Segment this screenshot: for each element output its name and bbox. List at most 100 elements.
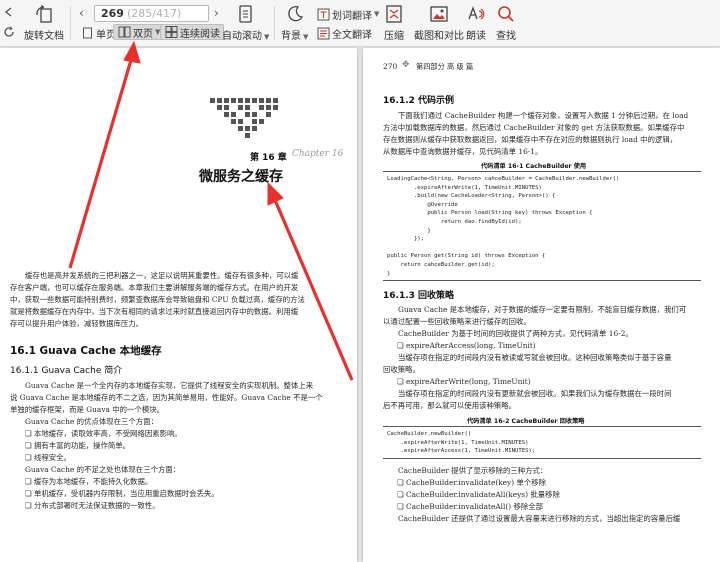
body-line: 当缓存项在指定的时间段内没有被读或写就会被回收。这种回收策略类似于基于容量 [398,353,672,362]
search-label: 查找 [496,31,516,42]
body-line: 后不再可用，那么就可以使用该种策略。 [383,401,517,410]
list-item: ❏ CacheBuilder.invalidate(key) 单个移除 [397,478,547,487]
current-page: 269 [101,7,124,20]
code-rule [383,280,701,281]
double-page-icon [117,25,131,39]
next-page-icon[interactable]: › [214,6,219,20]
chapter-number: 第 16 章 [250,153,287,163]
body-line: CacheBuilder 还提供了通过设置最大容量来进行移除的方式，当超出指定的… [398,514,681,523]
speaker-icon [465,4,487,24]
search-button[interactable]: 查找 [495,4,517,42]
code-line: .expireAfterAccess(1, TimeUnit.MINUTES); [387,448,536,455]
page-number-input[interactable]: 269 (285/417) [94,5,209,22]
code-rule [383,426,701,427]
code-line: .build(new CacheLoader<String, Person>()… [387,193,556,200]
prev-page-icon[interactable]: ‹ [79,6,84,20]
screenshot-icon [428,4,450,24]
list-item: ❏ 线程安全。 [25,453,71,462]
double-page-button[interactable]: 双页 ▼ [113,24,165,40]
list-item: ❏ 分布式部署时无法保证数据的一致性。 [25,501,160,510]
chapter-decoration [210,98,278,138]
list-item: ❏ 本地缓存，读取效率高，不受网络因素影响。 [25,429,182,438]
body-line: 存在数据则从缓存中获取数据返回，如果缓存中不存在对应的数据则执行 load 中的… [383,135,678,144]
subsection-heading: 16.1.1 Guava Cache 简介 [10,366,123,376]
background-label: 背景 [281,31,301,42]
code-line: @Override [387,201,458,208]
screenshot-compare-button[interactable]: 截图和对比 [414,4,464,42]
list-item: ❏ expireAfterAccess(long, TimeUnit) [397,341,536,350]
subsection-heading: 16.1.3 回收策略 [383,291,455,301]
body-line: Guava Cache 的不足之处也体现在三个方面： [25,465,181,474]
compress-icon [383,4,405,24]
code-caption: 代码清单 16-1 CacheBuilder 使用 [481,163,587,170]
full-translate-button[interactable]: 全文翻译 [316,25,372,41]
auto-scroll-label: 自动滚动 [222,31,262,42]
body-line: Guava Cache 是本地缓存，对于数据的缓存一定要有限制，不能盲目缓存数据… [398,305,687,314]
chevron-down-icon: ▼ [374,10,380,18]
list-item: ❏ 单机缓存，受机器内存限制，当应用重启数据时会丢失。 [25,489,219,498]
single-page-button[interactable]: 单页 [80,25,116,41]
body-line: 下面我们通过 CacheBuilder 构建一个缓存对象，设置写入数据 1 分钟… [398,111,689,120]
intro-line: 存在客户端，也可以缓存在服务端。本章我们主要讲解服务端的缓存方式。在用户的开发 [10,283,299,292]
continuous-read-label: 连续阅读 [180,28,220,40]
intro-line: 缓存也是高并发系统的三把利器之一，这足以说明其重要性。缓存有很多种，可以缓 [25,271,299,280]
read-aloud-label: 朗读 [466,31,486,42]
header-ornament-icon: ✥ [402,60,410,70]
subsection-heading: 16.1.2 代码示例 [383,96,455,106]
page-header-part: 第四部分 高 级 篇 [416,62,474,71]
word-translate-button[interactable]: 划词翻译 ▼ [316,6,379,22]
body-line: 方法中加载数据库的数据，然后通过 CacheBuilder 对象的 get 方法… [383,123,685,132]
left-page: 第 16 章 Chapter 16 微服务之缓存 缓存也是高并发系统的三把利器之… [0,48,357,562]
rotate-document-button[interactable]: 旋转文档 [24,4,64,42]
right-page: 270 ✥ 第四部分 高 级 篇 16.1.2 代码示例 下面我们通过 Cach… [363,48,720,562]
code-line: public Person load(String key) throws Ex… [387,210,593,217]
code-line: }); [387,236,425,243]
body-line: CacheBuilder 提供了显示移除的三种方式： [398,466,548,475]
refresh-icon[interactable] [2,24,18,40]
code-line: CacheBuilder.newBuilder() [387,431,472,437]
body-line: 回收策略。 [383,365,420,374]
search-icon [495,4,517,24]
code-rule [383,458,701,459]
chapter-title: 微服务之缓存 [199,169,283,185]
code-line: return cahceBuilder.get(id); [387,262,495,268]
code-line: return dao.findById(id); [387,219,522,225]
list-item: ❏ 拥有丰富的功能，操作简单。 [25,441,131,450]
auto-scroll-button[interactable]: 自动滚动 ▼ [222,4,269,42]
moon-icon [284,4,306,24]
code-line: .expireAfterWrite(1, TimeUnit.MINUTES) [387,184,542,191]
rotate-document-label: 旋转文档 [24,31,64,42]
intro-line: 存可以提升用户体验，减轻数据库压力。 [10,319,144,328]
word-translate-label: 划词翻译 [332,10,372,22]
chapter-script: Chapter 16 [292,149,344,159]
code-caption: 代码清单 16-2 CacheBuilder 回收策略 [467,418,585,425]
auto-scroll-icon [235,4,257,24]
rotate-icon [33,4,55,24]
toolbar: 旋转文档 ‹ 269 (285/417) › 单页 双页 ▼ 连续阅读 自动滚动… [0,0,720,47]
page-total: (285/417) [126,7,182,20]
continuous-read-icon [164,25,178,39]
body-line: 单独的缓存框架，而是 Guava 中的一个模块。 [10,405,164,414]
list-item: ❏ CacheBuilder.invalidateAll() 移除全部 [397,502,544,511]
body-line: 当缓存项在指定的时间段内没有更新就会被回收。如果我们认为缓存数据在一段时间 [398,389,672,398]
page-header-number: 270 [383,62,398,71]
list-item: ❏ 缓存为本地缓存，不能持久化数据。 [25,477,153,486]
code-line: } [387,227,431,234]
code-line: LoadingCache<String, Person> cahceBuilde… [387,176,620,182]
read-aloud-button[interactable]: 朗读 [465,4,487,42]
single-page-icon [80,26,94,40]
toolbar-divider [70,6,71,40]
screenshot-compare-label: 截图和对比 [414,31,464,42]
full-translate-label: 全文翻译 [332,29,372,41]
background-button[interactable]: 背景 ▼ [281,4,308,42]
list-item: ❏ CacheBuilder.invalidateAll(keys) 批量移除 [397,490,560,499]
translate-icon [316,7,330,21]
compress-button[interactable]: 压缩 [383,4,405,42]
body-line: CacheBuilder 为基于时间的回收提供了两种方式，见代码清单 16-2。 [398,329,633,338]
code-line: public Person get(String id) throws Exce… [387,253,546,260]
body-line: 以通过配置一些回收策略来进行缓存的回收。 [383,317,531,326]
intro-line: 中，获取一些数据可能特别费时，频繁查数据库会导致磁盘和 CPU 负载过高，缓存的… [10,295,305,304]
continuous-read-button[interactable]: 连续阅读 [160,24,224,40]
back-icon[interactable] [2,4,18,20]
body-line: Guava Cache 的优点体现在三个方面： [25,417,158,426]
